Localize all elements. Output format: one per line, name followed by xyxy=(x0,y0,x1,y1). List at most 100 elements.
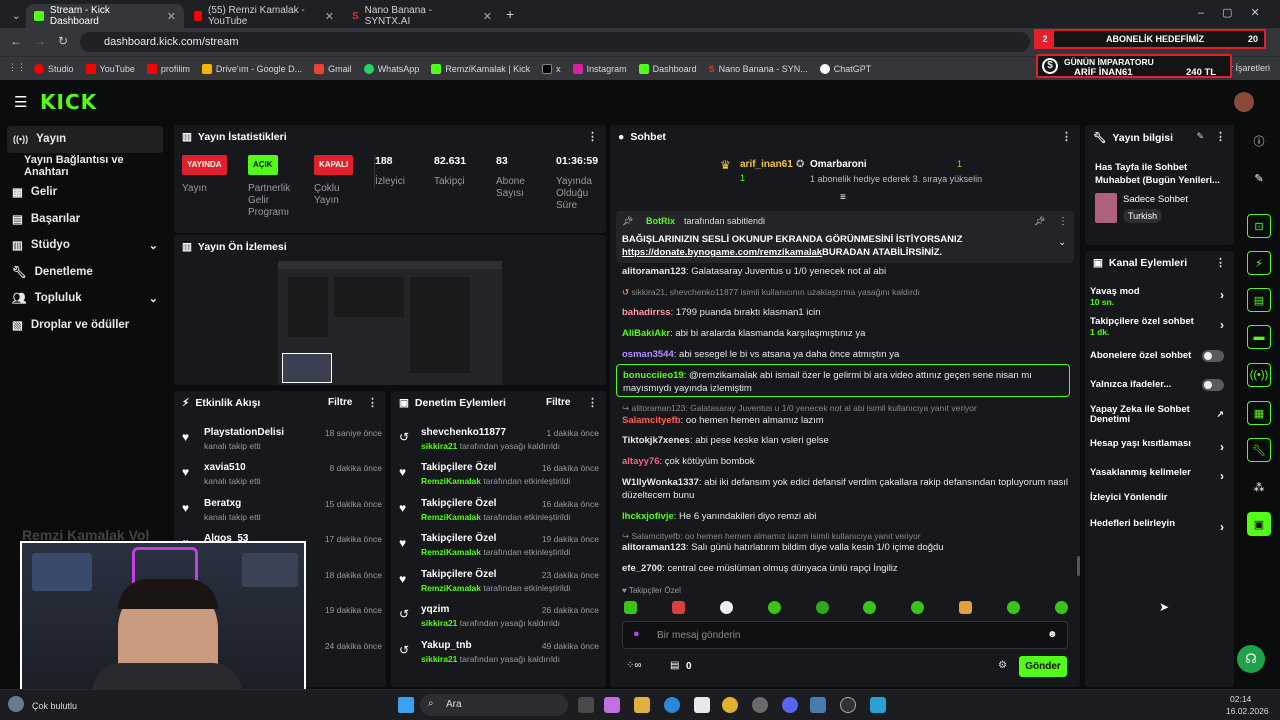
bookmark-dashboard[interactable]: Dashboard xyxy=(638,63,697,74)
chrome-icon[interactable] xyxy=(722,697,738,713)
action-raid[interactable]: İzleyici Yönlendir xyxy=(1090,492,1230,503)
subscribers-only-toggle[interactable] xyxy=(1202,350,1224,362)
window-controls[interactable]: –▢✕ xyxy=(1198,6,1278,19)
emote-icon[interactable] xyxy=(863,601,877,614)
more-options-icon[interactable]: ⋮ xyxy=(1215,130,1226,143)
discord-icon[interactable] xyxy=(782,697,798,713)
chevron-down-icon[interactable]: ⌄ xyxy=(1058,237,1066,248)
gift-icon[interactable]: ▤ xyxy=(670,660,679,671)
screenshot-icon[interactable]: ⊡ xyxy=(1247,214,1271,238)
chat-user[interactable]: alitoraman123 xyxy=(622,542,686,553)
media-player-icon[interactable] xyxy=(840,697,856,713)
wrench-icon[interactable]: 🔧︎ xyxy=(1247,438,1271,462)
emote-icon[interactable] xyxy=(767,601,781,614)
bookmark-nanobanana[interactable]: S Nano Banana - SYN... xyxy=(709,64,808,74)
second-gifter-name[interactable]: Omarbaroni xyxy=(810,159,867,170)
sidebar-item-stream-key[interactable]: Yayın Bağlantısı ve Anahtarı xyxy=(0,153,170,180)
pinned-by-user[interactable]: BotRix xyxy=(646,216,675,226)
browser-tab-syntx[interactable]: S Nano Banana - SYNTX.AI ✕ xyxy=(344,4,500,28)
mod-actor[interactable]: sikkira21 xyxy=(421,441,457,451)
mod-target[interactable]: yqzim xyxy=(421,604,449,615)
chat-user[interactable]: bahadirrss xyxy=(622,307,671,318)
bookmark-chatgpt[interactable]: ChatGPT xyxy=(819,63,871,74)
sidebar-item-droplar[interactable]: ▧ Droplar ve ödüller xyxy=(0,312,170,339)
store-icon[interactable] xyxy=(694,697,710,713)
chat-icon[interactable]: ▬ xyxy=(1247,325,1271,349)
back-icon[interactable]: ← xyxy=(10,34,22,48)
filter-button[interactable]: Filtre xyxy=(328,397,352,408)
mod-actor[interactable]: sikkira21 xyxy=(421,618,457,628)
mod-target[interactable]: Yakup_tnb xyxy=(421,640,472,651)
mod-target[interactable]: Takipçilere Özel xyxy=(421,498,496,509)
chat-user[interactable]: bonucciieo19 xyxy=(623,370,684,381)
emote-icon[interactable] xyxy=(1054,601,1068,614)
filter-button[interactable]: Filtre xyxy=(546,397,570,408)
action-goals[interactable]: Hedefleri belirleyin › xyxy=(1090,518,1230,534)
edge-icon[interactable] xyxy=(664,697,680,713)
activity-user[interactable]: Beratxg xyxy=(204,498,241,509)
bookmark-kick[interactable]: RemziKamalak | Kick xyxy=(431,63,530,74)
mod-actor[interactable]: RemziKamalak xyxy=(421,476,481,486)
chat-user[interactable]: AliBakiAkr xyxy=(622,328,670,339)
emote-icon[interactable] xyxy=(959,601,973,614)
sidebar-item-topluluk[interactable]: 👥︎ Topluluk ⌄ xyxy=(0,285,170,312)
channel-points-icon[interactable]: ⁘∞ xyxy=(626,660,642,671)
more-options-icon[interactable]: ⋮ xyxy=(587,396,598,409)
bookmark-whatsapp[interactable]: WhatsApp xyxy=(363,63,419,74)
edit-icon[interactable]: ✎ xyxy=(1247,166,1271,190)
forward-icon[interactable]: → xyxy=(34,34,46,48)
mod-target[interactable]: Takipçilere Özel xyxy=(421,462,496,473)
pinned-link[interactable]: https://donate.bynogame.com/remzikamalak xyxy=(622,247,822,258)
microphone-icon[interactable]: ● xyxy=(633,628,640,640)
kick-logo[interactable]: KICK xyxy=(40,90,97,114)
menu-icon[interactable]: ☰ xyxy=(14,93,27,111)
app-icon[interactable] xyxy=(810,697,826,713)
mod-actor[interactable]: RemziKamalak xyxy=(421,583,481,593)
clock-date[interactable]: 16.02.2026 xyxy=(1226,706,1269,716)
layout-icon[interactable]: ▦ xyxy=(1247,401,1271,425)
send-button[interactable]: Gönder xyxy=(1019,656,1067,677)
bookmark-drive[interactable]: Drive'ım - Google D... xyxy=(201,63,302,74)
emoji-icon[interactable]: ☻ xyxy=(1047,629,1058,640)
sidebar-item-gelir[interactable]: ▦ Gelir xyxy=(0,179,170,206)
mod-actor[interactable]: sikkira21 xyxy=(421,654,457,664)
bookmark-gmail[interactable]: Gmail xyxy=(314,63,352,74)
action-banned-words[interactable]: Yasaklanmış kelimeler › xyxy=(1090,467,1230,483)
action-account-age[interactable]: Hesap yaşı kısıtlaması › xyxy=(1090,438,1230,454)
browser-tab-youtube[interactable]: (55) Remzi Kamalak - YouTube ✕ xyxy=(186,4,342,28)
chat-user[interactable]: lhckxjofivje xyxy=(622,511,674,522)
obs-icon[interactable] xyxy=(752,697,768,713)
sidebar-item-denetleme[interactable]: 🔧︎ Denetleme xyxy=(0,259,170,286)
bookmark-studio[interactable]: Studio xyxy=(34,63,74,74)
bookmark-instagram[interactable]: Instagram xyxy=(572,63,627,74)
file-explorer-icon[interactable] xyxy=(634,697,650,713)
more-options-icon[interactable]: ⋮ xyxy=(1058,216,1068,227)
community-icon[interactable]: ⁂ xyxy=(1247,475,1271,499)
game-icon[interactable]: ▣ xyxy=(1247,512,1271,536)
taskbar-search[interactable]: ⌕ Ara xyxy=(420,694,568,716)
chat-scrollbar[interactable] xyxy=(1077,556,1080,576)
sidebar-item-basarilar[interactable]: ▤ Başarılar xyxy=(0,206,170,233)
task-view-icon[interactable] xyxy=(578,697,594,713)
more-options-icon[interactable]: ⋮ xyxy=(1215,256,1226,269)
bookmark-profilim[interactable]: profilim xyxy=(146,63,190,74)
activity-user[interactable]: xavia510 xyxy=(204,462,246,473)
apps-icon[interactable]: ⋮⋮ xyxy=(8,62,26,73)
url-input[interactable]: dashboard.kick.com/stream xyxy=(80,32,1030,52)
emote-icon[interactable] xyxy=(1007,601,1020,614)
stream-category[interactable]: Sadece Sohbet xyxy=(1123,194,1188,205)
bookmark-x[interactable]: x xyxy=(542,63,561,74)
mod-target[interactable]: Takipçilere Özel xyxy=(421,533,496,544)
mod-actor[interactable]: RemziKamalak xyxy=(421,547,481,557)
chat-user[interactable]: W1llyWonka1337 xyxy=(622,477,699,488)
clock-time[interactable]: 02:14 xyxy=(1230,694,1251,704)
action-ai-moderation[interactable]: Yapay Zeka ile Sohbet Denetimi ↗ xyxy=(1090,405,1230,425)
emote-icon[interactable] xyxy=(911,601,925,614)
close-tab-icon[interactable]: ✕ xyxy=(483,10,492,23)
emote-icon[interactable] xyxy=(719,601,733,614)
top-gifter-name[interactable]: arif_inan61 xyxy=(740,159,793,170)
activity-user[interactable]: PlaystationDelisi xyxy=(204,427,284,438)
chat-user[interactable]: altayy76 xyxy=(622,456,660,467)
close-tab-icon[interactable]: ✕ xyxy=(325,10,334,23)
tab-list-button[interactable]: ⌄ xyxy=(4,4,26,28)
